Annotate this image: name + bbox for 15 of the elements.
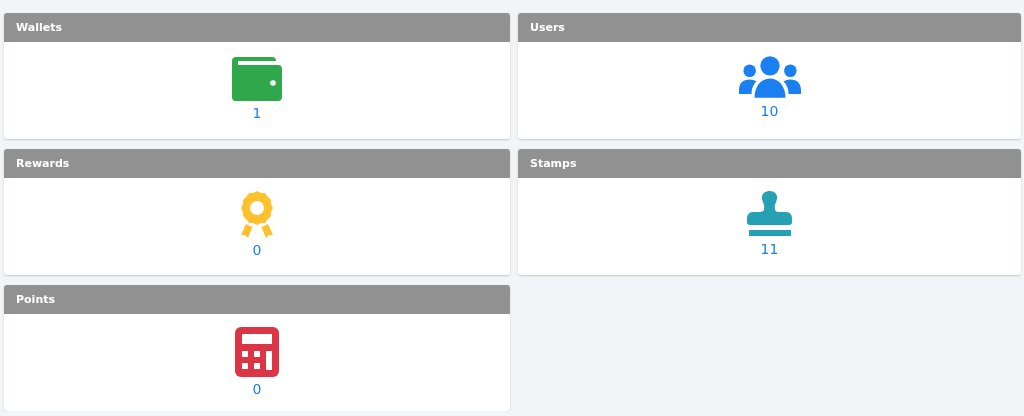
- count-link[interactable]: 10: [760, 102, 779, 120]
- rosette-icon: [238, 191, 276, 238]
- calculator-icon: [235, 327, 279, 377]
- count-link[interactable]: 1: [252, 104, 262, 122]
- count-link[interactable]: 0: [252, 241, 262, 259]
- card-title: Points: [4, 285, 510, 314]
- users-icon: [738, 55, 801, 99]
- count-link[interactable]: 11: [760, 240, 779, 258]
- count-link[interactable]: 0: [252, 380, 262, 398]
- card-title: Rewards: [4, 149, 510, 178]
- stamp-icon: [744, 191, 795, 237]
- wallet-icon: [232, 55, 282, 101]
- card-title: Stamps: [518, 149, 1021, 178]
- card-title: Users: [518, 13, 1021, 42]
- card-title: Wallets: [4, 13, 510, 42]
